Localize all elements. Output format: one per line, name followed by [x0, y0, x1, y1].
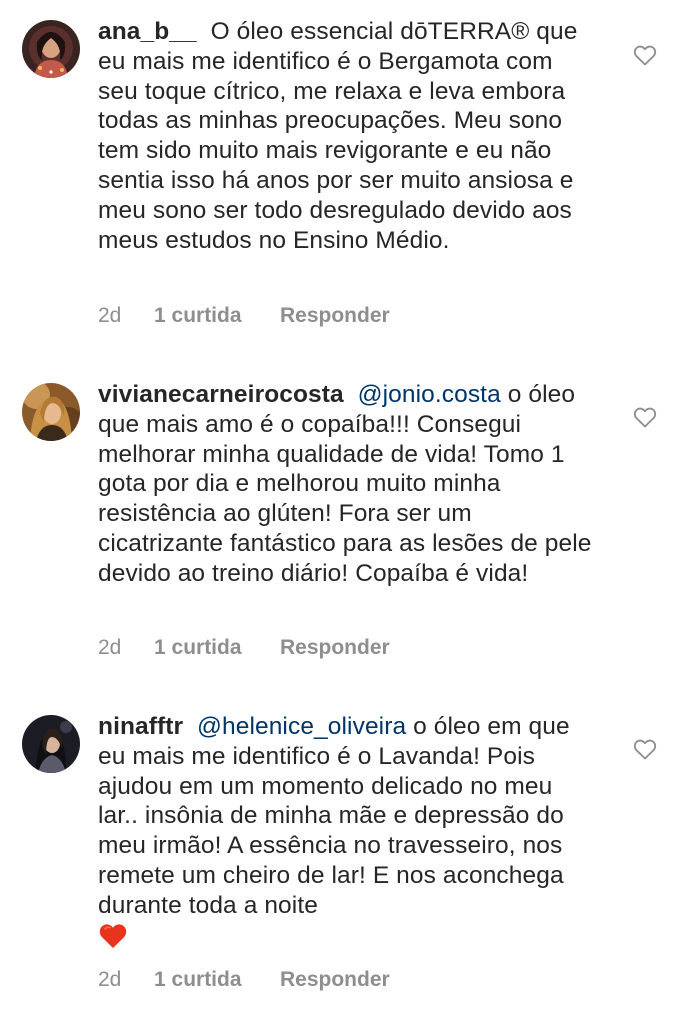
comment-text: ninafftr @helenice_oliveira o óleo em qu… [98, 712, 598, 950]
comment-username[interactable]: ninafftr [98, 713, 183, 740]
comment-text: vivianecarneirocosta @jonio.costa o óleo… [98, 380, 598, 589]
comment-meta: 2d 1 curtida Responder [98, 633, 390, 663]
comment-meta: 2d 1 curtida Responder [98, 965, 390, 995]
like-heart-icon[interactable] [633, 44, 657, 66]
comment-body: o óleo que mais amo é o copaíba!!! Conse… [98, 381, 592, 587]
comment-body: O óleo essencial dōTERRA® que eu mais me… [98, 18, 578, 254]
comment-body: o óleo em que eu mais me identifico é o … [98, 713, 570, 919]
comment-time: 2d [98, 636, 122, 659]
comment-likes-button[interactable]: 1 curtida [154, 301, 280, 331]
comment-item: ana_b__ O óleo essencial dōTERRA® que eu… [0, 0, 696, 340]
avatar[interactable] [22, 20, 80, 78]
red-heart-emoji-icon [99, 924, 127, 949]
reply-button[interactable]: Responder [280, 965, 390, 995]
comment-text: ana_b__ O óleo essencial dōTERRA® que eu… [98, 17, 598, 255]
comment-time: 2d [98, 304, 122, 327]
comment-item: ninafftr @helenice_oliveira o óleo em qu… [0, 680, 696, 1024]
like-heart-icon[interactable] [633, 738, 657, 760]
reply-button[interactable]: Responder [280, 301, 390, 331]
comment-username[interactable]: vivianecarneirocosta [98, 381, 344, 408]
comment-item: vivianecarneirocosta @jonio.costa o óleo… [0, 340, 696, 680]
like-heart-icon[interactable] [633, 406, 657, 428]
avatar[interactable] [22, 715, 80, 773]
reply-button[interactable]: Responder [280, 633, 390, 663]
comment-likes-button[interactable]: 1 curtida [154, 633, 280, 663]
comment-time: 2d [98, 968, 122, 991]
comment-likes-button[interactable]: 1 curtida [154, 965, 280, 995]
avatar[interactable] [22, 383, 80, 441]
comment-username[interactable]: ana_b__ [98, 18, 197, 45]
mention-link[interactable]: @helenice_oliveira [197, 713, 406, 740]
comment-meta: 2d 1 curtida Responder [98, 301, 390, 331]
mention-link[interactable]: @jonio.costa [358, 381, 501, 408]
